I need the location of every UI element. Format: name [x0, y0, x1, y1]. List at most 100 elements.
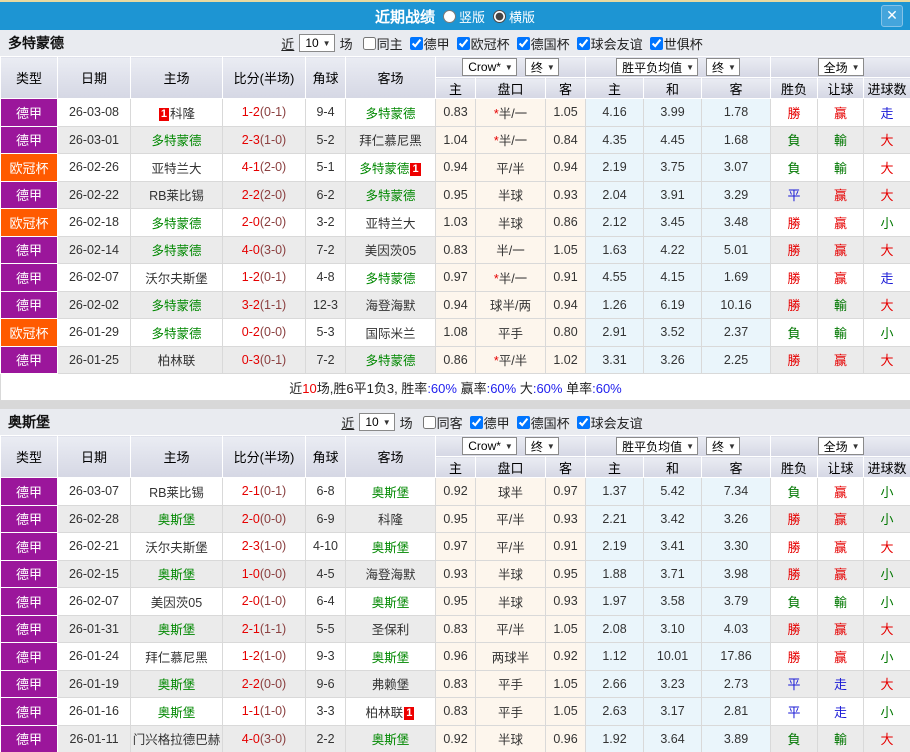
match-date: 26-02-28: [57, 504, 131, 533]
match-row: 欧冠杯 26-01-29 多特蒙德 0-2(0-0) 5-3 国际米兰 1.08 平手 0.80…: [0, 318, 910, 347]
avg-away: 3.30: [701, 532, 772, 561]
result-goals: 小: [863, 318, 910, 347]
match-date: 26-02-26: [57, 153, 131, 182]
radio-vertical[interactable]: [442, 9, 456, 23]
checkbox[interactable]: [456, 36, 470, 50]
team-name-text: 多特蒙德: [151, 134, 202, 149]
result-handicap: 赢: [817, 235, 865, 264]
filter-checkbox-球会友谊[interactable]: 球会友谊: [572, 34, 643, 53]
result-outcome: 負: [770, 125, 819, 154]
period-select[interactable]: 全场 ▼: [817, 58, 864, 76]
handicap: 半球: [475, 180, 546, 209]
sub-header-avg-away: 客: [701, 77, 772, 99]
filter-checkbox-欧冠杯[interactable]: 欧冠杯: [452, 34, 510, 53]
col-header-away: 客场: [345, 435, 436, 478]
avg-away: 3.98: [701, 559, 772, 588]
avg-stage-select[interactable]: 终 ▼: [706, 58, 740, 76]
avg-away: 3.29: [701, 180, 772, 209]
result-goals: 大: [863, 345, 910, 374]
match-count-select[interactable]: 10 ▼: [359, 413, 395, 431]
team-name: 1 科隆: [130, 98, 223, 127]
half-time-score: (1-1): [259, 621, 287, 636]
league-badge: 德甲: [0, 532, 58, 561]
avg-away: 2.73: [701, 669, 772, 698]
odds-home: 0.92: [435, 724, 476, 752]
chevron-down-icon: ▼: [686, 62, 695, 72]
filter-checkbox-同主[interactable]: 同主: [358, 34, 403, 53]
avg-draw: 10.01: [643, 642, 703, 671]
chevron-down-icon: ▼: [504, 441, 513, 451]
checkbox[interactable]: [409, 36, 423, 50]
full-time-score: 2-2: [241, 187, 260, 202]
team-name-text: 国际米兰: [365, 326, 416, 341]
checkbox[interactable]: [422, 415, 436, 429]
handicap: 半球: [475, 208, 546, 237]
checkbox[interactable]: [516, 415, 530, 429]
filter-checkbox-球会友谊[interactable]: 球会友谊: [572, 413, 643, 432]
checkbox[interactable]: [362, 36, 376, 50]
layout-option-vertical[interactable]: 竖版: [442, 7, 485, 26]
avg-away: 3.26: [701, 504, 772, 533]
team-name: 奥斯堡: [345, 724, 436, 752]
checkbox[interactable]: [576, 415, 590, 429]
checkbox-label: 德国杯: [530, 415, 570, 431]
avg-draw: 3.99: [643, 98, 703, 127]
match-count-select[interactable]: 10 ▼: [299, 34, 335, 52]
checkbox-label: 世俱杯: [663, 36, 703, 52]
corners: 5-2: [305, 125, 346, 154]
result-outcome: 平: [770, 669, 819, 698]
handicap: 球半: [475, 477, 546, 506]
layout-option-horizontal[interactable]: 横版: [493, 7, 535, 26]
handicap: 半球: [475, 587, 546, 616]
chevron-down-icon: ▼: [546, 62, 555, 72]
team-name: 美因茨05: [130, 587, 223, 616]
match-row: 德甲 26-01-31 奥斯堡 2-1(1-1) 5-5 圣保利 0.83 平/半 1.05 2.…: [0, 614, 910, 643]
team-name: 亚特兰大: [345, 208, 436, 237]
bookmaker-select[interactable]: Crow* ▼: [462, 437, 517, 455]
near-link[interactable]: 近: [341, 413, 354, 432]
team-name: 奥斯堡: [130, 669, 223, 698]
corners: 2-2: [305, 724, 346, 752]
odds-away: 0.80: [544, 318, 587, 347]
team-name-text: 多特蒙德: [151, 326, 202, 341]
half-time-score: (1-1): [259, 297, 287, 312]
odds-stage-select[interactable]: 终 ▼: [524, 437, 559, 455]
result-outcome: 勝: [770, 642, 819, 671]
checkbox[interactable]: [516, 36, 530, 50]
radio-horizontal-label: 横版: [509, 9, 536, 25]
filter-checkbox-德国杯[interactable]: 德国杯: [512, 34, 570, 53]
avg-select[interactable]: 胜平负均值 ▼: [616, 58, 699, 76]
radio-horizontal[interactable]: [493, 9, 506, 23]
filter-checkbox-德甲[interactable]: 德甲: [465, 413, 510, 432]
avg-stage-select[interactable]: 终 ▼: [706, 437, 740, 455]
section-header: 奥斯堡 近 10 ▼ 场同客 德甲 德国杯 球会友谊: [0, 409, 910, 435]
checkbox[interactable]: [469, 415, 483, 429]
score: 2-3(1-0): [222, 532, 306, 561]
avg-select[interactable]: 胜平负均值 ▼: [616, 437, 699, 455]
filter-checkbox-同客[interactable]: 同客: [418, 413, 463, 432]
handicap: 半球: [475, 724, 546, 752]
filter-checkbox-德甲[interactable]: 德甲: [405, 34, 450, 53]
team-name-text: 奥斯堡: [371, 485, 410, 500]
checkbox[interactable]: [576, 36, 590, 50]
period-select[interactable]: 全场 ▼: [817, 437, 864, 455]
odds-home: 0.83: [435, 697, 476, 726]
match-row: 德甲 26-03-07 RB莱比锡 2-1(0-1) 6-8 奥斯堡 0.92 球半 0.97 1…: [0, 477, 910, 506]
near-link[interactable]: 近: [281, 34, 294, 53]
chevron-down-icon: ▼: [504, 62, 513, 72]
filter-checkbox-德国杯[interactable]: 德国杯: [512, 413, 570, 432]
checkbox[interactable]: [649, 36, 663, 50]
team-name: 沃尔夫斯堡: [130, 263, 223, 292]
corners: 4-8: [305, 263, 346, 292]
filter-checkbox-世俱杯[interactable]: 世俱杯: [645, 34, 703, 53]
result-handicap: 輸: [817, 125, 865, 154]
half-time-score: (0-0): [259, 676, 287, 691]
sub-header-odds-away: 客: [544, 456, 587, 478]
close-icon[interactable]: ✕: [881, 5, 903, 27]
result-handicap: 走: [817, 697, 865, 726]
bookmaker-select[interactable]: Crow* ▼: [462, 58, 517, 76]
odds-stage-select[interactable]: 终 ▼: [524, 58, 559, 76]
result-goals: 小: [863, 587, 910, 616]
avg-home: 2.12: [585, 208, 645, 237]
match-date: 26-02-14: [57, 235, 131, 264]
